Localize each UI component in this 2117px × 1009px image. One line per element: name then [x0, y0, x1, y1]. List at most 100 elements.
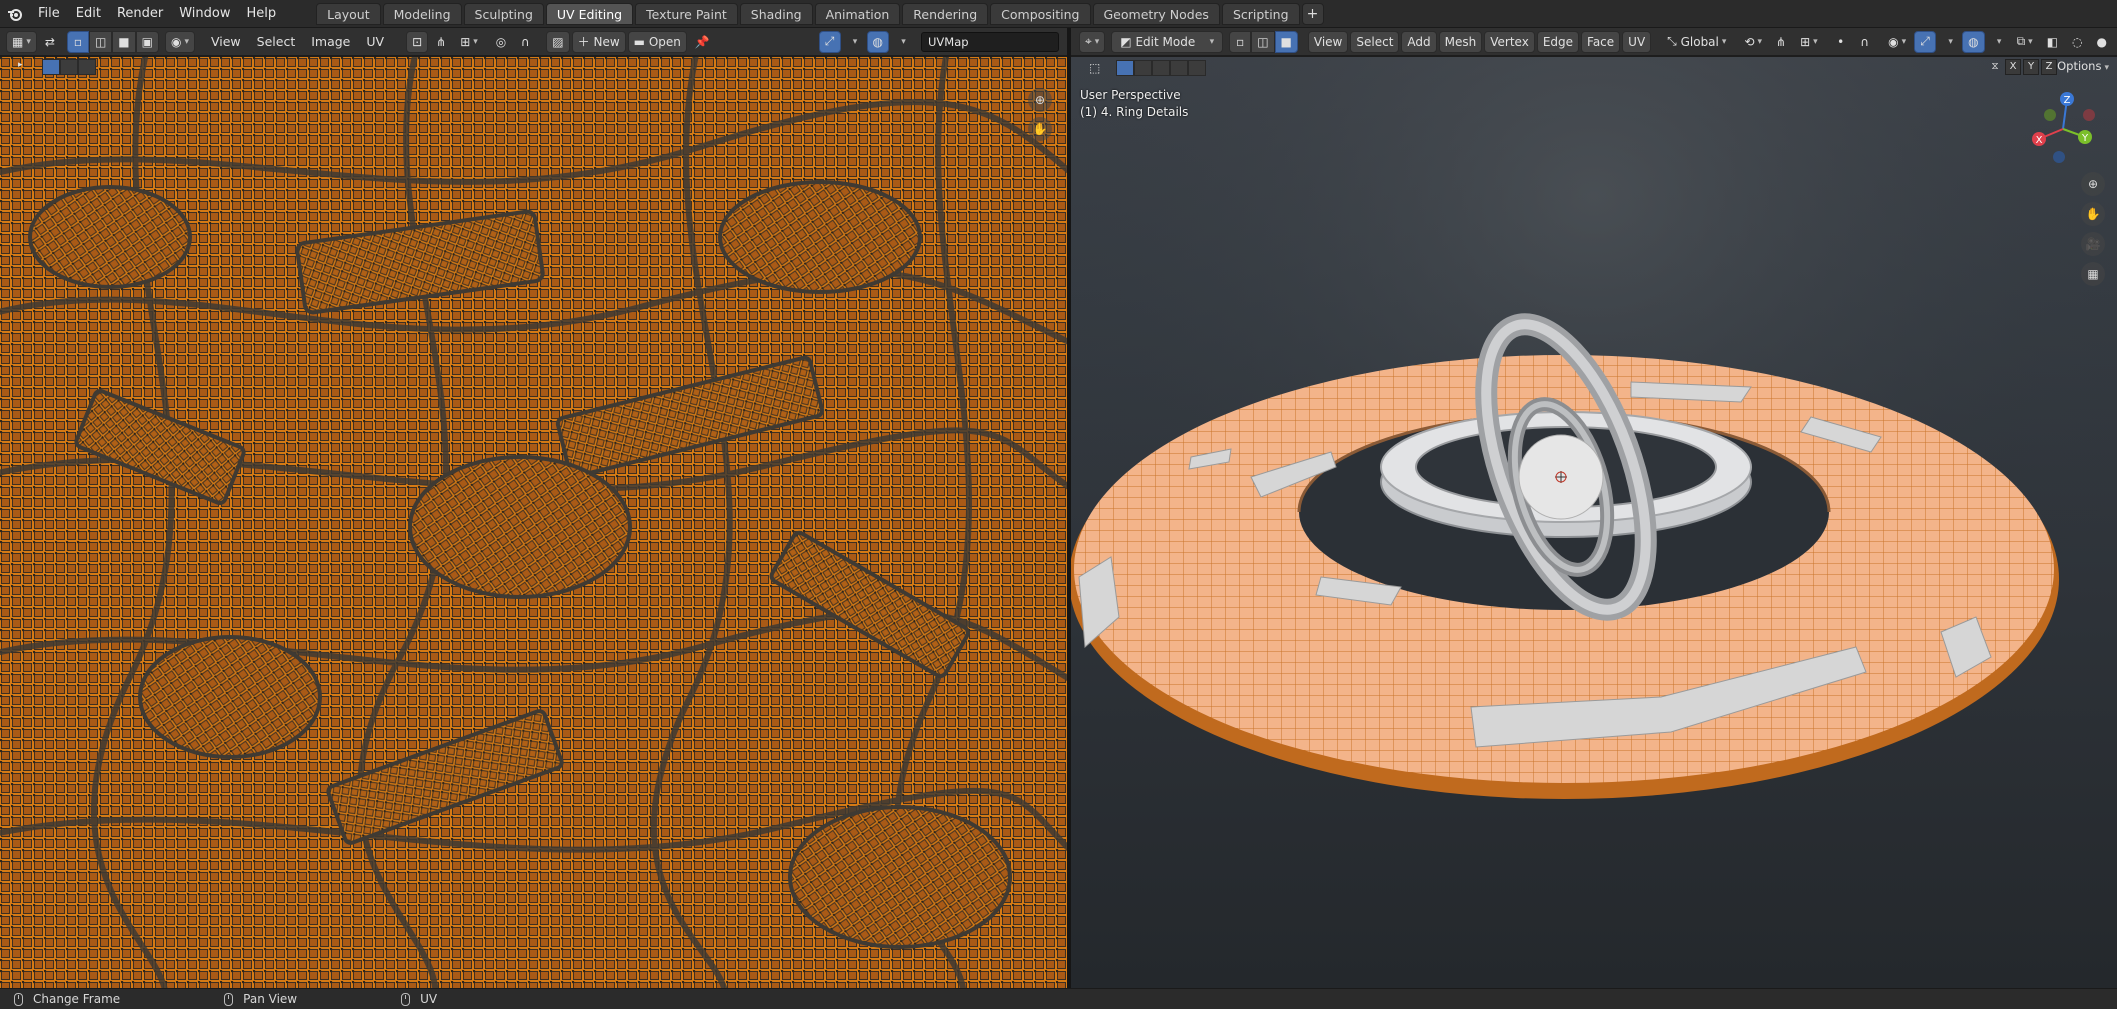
tab-compositing[interactable]: Compositing	[990, 2, 1091, 25]
uv-menu-uv[interactable]: UV	[358, 31, 392, 53]
menu-window[interactable]: Window	[171, 3, 238, 25]
pin-button[interactable]: 📌	[689, 31, 716, 53]
uv-menu-view[interactable]: View	[203, 31, 249, 53]
vp-select-intersect-button[interactable]	[1188, 60, 1207, 76]
vp-box-select-modes	[1116, 60, 1207, 76]
menu-file[interactable]: File	[30, 3, 68, 25]
uv-menu-image[interactable]: Image	[303, 31, 358, 53]
vp-gizmo-toggle[interactable]: ⤢	[1914, 30, 1937, 53]
viewport-editor-type-button[interactable]: ⌖ ▾	[1079, 30, 1106, 53]
visibility-dropdown[interactable]: ◉ ▾	[1882, 31, 1912, 53]
image-browse-button[interactable]: ▨	[546, 30, 570, 53]
vp-gizmo-dropdown[interactable]: ▾	[1938, 31, 1960, 53]
tab-animation[interactable]: Animation	[814, 2, 901, 25]
tab-geometry-nodes[interactable]: Geometry Nodes	[1092, 2, 1220, 25]
tab-texture-paint[interactable]: Texture Paint	[635, 2, 738, 25]
select-subtract-button[interactable]	[78, 59, 96, 75]
vertex-select-button[interactable]: ▫	[66, 30, 89, 53]
vertex-mode-button[interactable]: ▫	[1229, 30, 1252, 53]
blender-logo-icon[interactable]	[0, 0, 30, 28]
add-workspace-button[interactable]: +	[1301, 2, 1324, 25]
vp-overlays-toggle[interactable]: ◍	[1962, 30, 1985, 53]
open-image-button[interactable]: ▬ Open	[627, 30, 687, 53]
tab-layout[interactable]: Layout	[316, 2, 381, 25]
vp-menu-vertex[interactable]: Vertex	[1484, 30, 1535, 53]
mesh-edit-overlay-dropdown[interactable]: ⧉ ▾	[2011, 31, 2039, 53]
tab-uv-editing[interactable]: UV Editing	[545, 2, 634, 25]
uv-map-field[interactable]: UVMap	[921, 31, 1059, 52]
camera-view-icon[interactable]: 🎥	[2081, 232, 2105, 256]
mirror-y-button[interactable]: Y	[2023, 59, 2039, 75]
uv-menu-select[interactable]: Select	[249, 31, 304, 53]
navigation-gizmo[interactable]: Z Y X	[2023, 87, 2103, 167]
mirror-x-button[interactable]: X	[2005, 59, 2021, 75]
tab-rendering[interactable]: Rendering	[902, 2, 989, 25]
transform-orientation-dropdown[interactable]: ⤡ Global ▾	[1661, 31, 1732, 53]
snap-target-dropdown[interactable]: ⊞ ▾	[454, 31, 484, 53]
face-select-button[interactable]: ■	[112, 30, 136, 53]
vp-falloff-dropdown[interactable]: ∩	[1854, 31, 1876, 53]
vp-menu-add[interactable]: Add	[1401, 30, 1437, 53]
tab-sculpting[interactable]: Sculpting	[463, 2, 544, 25]
vp-select-subtract-button[interactable]	[1152, 60, 1171, 76]
options-dropdown[interactable]: Options ▾	[2057, 59, 2109, 73]
toolbar-toggle-icon[interactable]: ▸	[18, 60, 32, 74]
vp-select-invert-button[interactable]	[1170, 60, 1189, 76]
uv-pan-hand-icon[interactable]: ✋	[1028, 117, 1052, 141]
menu-render[interactable]: Render	[109, 3, 171, 25]
vp-snap-toggle[interactable]: ⋔	[1770, 31, 1792, 53]
vp-menu-select[interactable]: Select	[1350, 30, 1400, 53]
vp-tool-select-icon[interactable]: ⬚	[1083, 57, 1106, 79]
tab-scripting[interactable]: Scripting	[1221, 2, 1300, 25]
pivot-point-dropdown[interactable]: ⊡	[406, 30, 429, 53]
uv-gizmo-toggle[interactable]: ⤢	[818, 30, 841, 53]
vp-select-set-button[interactable]	[1116, 60, 1135, 76]
vp-overlays-dropdown[interactable]: ▾	[1987, 31, 2009, 53]
uv-editor-canvas[interactable]	[0, 57, 1067, 988]
neg-y-axis-handle[interactable]	[2044, 109, 2056, 121]
proportional-edit-toggle[interactable]: ◎	[490, 31, 512, 53]
sync-selection-toggle[interactable]: ⇄	[39, 31, 61, 53]
neg-z-axis-handle[interactable]	[2053, 151, 2065, 163]
vp-menu-mesh[interactable]: Mesh	[1438, 30, 1483, 53]
neg-x-axis-handle[interactable]	[2083, 109, 2095, 121]
select-set-button[interactable]	[42, 59, 60, 75]
mode-dropdown[interactable]: ◩ Edit Mode ▾	[1111, 30, 1224, 53]
edge-mode-button[interactable]: ◫	[1251, 30, 1275, 53]
vp-select-extend-button[interactable]	[1134, 60, 1153, 76]
vp-zoom-icon[interactable]: ⊕	[2081, 172, 2105, 196]
vp-menu-uv[interactable]: UV	[1622, 30, 1652, 53]
edge-select-button[interactable]: ◫	[88, 30, 113, 53]
chevron-down-icon: ▾	[1721, 36, 1727, 47]
vp-menu-view[interactable]: View	[1307, 30, 1349, 53]
sticky-selection-dropdown[interactable]: ◉ ▾	[164, 30, 195, 53]
new-image-button[interactable]: ＋ New	[571, 30, 626, 53]
xray-toggle[interactable]: ◧	[2041, 31, 2064, 53]
falloff-dropdown[interactable]: ∩	[514, 31, 536, 53]
menu-edit[interactable]: Edit	[68, 3, 109, 25]
island-select-button[interactable]: ▣	[135, 30, 159, 53]
ortho-grid-icon[interactable]: ▦	[2081, 262, 2105, 286]
overlays-dropdown[interactable]: ▾	[891, 31, 913, 53]
3d-viewport-canvas[interactable]: User Perspective (1) 4. Ring Details Z Y…	[1071, 57, 2117, 988]
gizmo-dropdown[interactable]: ▾	[843, 31, 865, 53]
vp-snap-dropdown[interactable]: ⊞ ▾	[1794, 31, 1824, 53]
vp-proportional-toggle[interactable]: •	[1830, 31, 1852, 53]
select-extend-button[interactable]	[60, 59, 78, 75]
pivot-dropdown[interactable]: ⟲ ▾	[1738, 31, 1768, 53]
mirror-z-button[interactable]: Z	[2041, 59, 2057, 75]
tab-shading[interactable]: Shading	[739, 2, 813, 25]
z-axis-label: Z	[2064, 95, 2071, 106]
vp-menu-edge[interactable]: Edge	[1536, 30, 1580, 53]
editor-type-button[interactable]: ▦ ▾	[6, 30, 37, 53]
tab-modeling[interactable]: Modeling	[382, 2, 462, 25]
shading-solid-button[interactable]: ●	[2091, 31, 2113, 53]
menu-help[interactable]: Help	[239, 3, 285, 25]
shading-wireframe-button[interactable]: ◌	[2066, 31, 2088, 53]
snap-toggle[interactable]: ⋔	[430, 31, 452, 53]
vp-menu-face[interactable]: Face	[1581, 30, 1621, 53]
uv-zoom-icon[interactable]: ⊕	[1028, 88, 1052, 112]
vp-pan-hand-icon[interactable]: ✋	[2081, 202, 2105, 226]
face-mode-button[interactable]: ■	[1274, 30, 1298, 53]
overlays-toggle[interactable]: ◍	[866, 30, 889, 53]
